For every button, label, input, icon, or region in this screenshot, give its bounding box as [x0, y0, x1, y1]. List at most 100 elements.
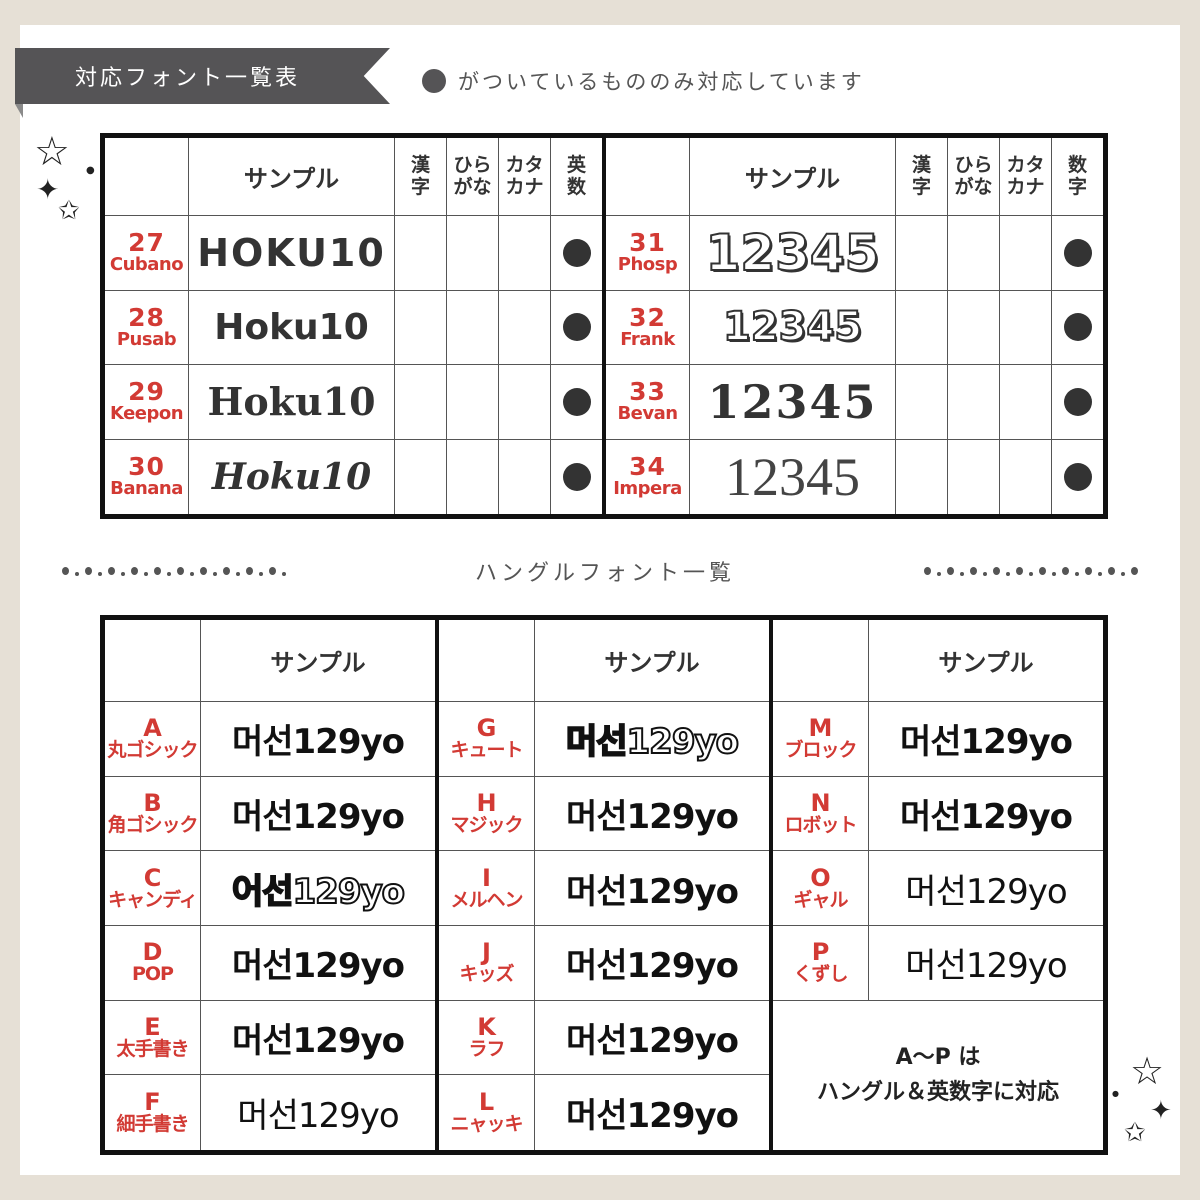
header-katakana: カタ カナ [499, 138, 551, 216]
legend-dot-icon [422, 69, 446, 93]
font-id-cell: 27 Cubano [105, 216, 189, 291]
hangul-sample-cell: 머선129yo [535, 1001, 769, 1076]
legend: がついているもののみ対応しています [422, 66, 865, 96]
support-cell-hiragana [447, 365, 499, 440]
font-letter: P [811, 938, 830, 967]
support-cell-katakana [1000, 216, 1052, 291]
font-name: 太手書き [116, 1038, 189, 1061]
support-cell-hiragana [447, 290, 499, 365]
support-cell-katakana [1000, 439, 1052, 514]
sparkle-icon: ✦ [36, 173, 60, 206]
font-name: Pusab [116, 328, 177, 350]
hangul-sample-cell: 머선129yo [535, 777, 769, 852]
support-cell-hiragana [447, 216, 499, 291]
hangul-sample-cell: 머선129yo [201, 1001, 435, 1076]
dot-mark [167, 572, 171, 576]
hangul-section-title: ハングルフォント一覧 [474, 561, 735, 586]
hangul-font-id-cell: K ラフ [439, 1000, 535, 1076]
font-name: POP [131, 963, 174, 986]
font-name: Banana [110, 478, 183, 500]
font-letter: N [810, 788, 831, 817]
header-sample: サンプル [189, 138, 395, 216]
hangul-font-id-cell: M ブロック [773, 702, 869, 777]
dotted-line-left [62, 566, 286, 576]
dot-mark [246, 567, 253, 575]
font-letter: G [476, 714, 497, 743]
supported-dot-icon [562, 387, 591, 416]
dot-mark [200, 567, 207, 575]
hangul-section-2: サンプル G キュート 머선129yo H マジック 머선129yo I メルヘン 머선129yo… [439, 620, 773, 1150]
dot-mark [236, 572, 240, 576]
font-letter: O [810, 863, 831, 892]
note-line-1: A～P は [895, 1045, 981, 1071]
header-numbers: 数字 [1052, 138, 1103, 216]
dot-mark [85, 567, 92, 575]
support-cell-alnum [1052, 291, 1103, 365]
header-hiragana-l1: ひら [453, 153, 492, 176]
dot-mark [282, 572, 286, 576]
header-alnum-l2: 数 [566, 175, 586, 198]
font-name: マジック [450, 814, 523, 837]
font-name: 丸ゴシック [107, 739, 198, 762]
dot-mark [75, 572, 79, 576]
dot-icon: ● [86, 165, 95, 176]
font-name: Keepon [109, 403, 184, 425]
star-small-icon: ✩ [1124, 1118, 1146, 1148]
dot-mark [969, 567, 977, 575]
dot-mark [936, 572, 941, 576]
dot-mark [1028, 572, 1033, 576]
support-cell-hiragana [948, 216, 1000, 291]
font-name: 角ゴシック [107, 814, 198, 837]
font-letter: B [143, 788, 162, 817]
header-kanji: 漢字 [896, 138, 948, 216]
header-kanji-l2: 字 [911, 175, 931, 198]
support-cell-katakana [499, 290, 551, 365]
hangul-sample: 머선129yo [905, 871, 1067, 912]
dot-mark [1038, 567, 1046, 575]
font-name: キッズ [459, 963, 514, 986]
support-cell-hiragana [948, 365, 1000, 440]
font-number: 29 [128, 377, 165, 407]
support-cell-kanji [896, 439, 948, 514]
support-cell-alnum [551, 216, 602, 291]
support-cell-kanji [395, 290, 447, 365]
header-alnum-l1: 英 [566, 153, 586, 176]
font-sample: Hoku10 [214, 306, 369, 348]
support-cell-kanji [896, 216, 948, 291]
hangul-sample-cell: 머선129yo [201, 702, 435, 777]
support-cell-kanji [896, 365, 948, 440]
support-cell-katakana [1000, 290, 1052, 365]
hangul-sample: 어선129yo [231, 871, 406, 913]
support-cell-katakana [499, 439, 551, 514]
hangul-sample: 머선129yo [237, 1096, 399, 1137]
hangul-section-divider: ハングルフォント一覧 [62, 556, 1138, 586]
font-number: 32 [629, 302, 666, 332]
support-cell-alnum [551, 365, 602, 440]
note-line-2: ハングル＆英数字に対応 [816, 1080, 1059, 1106]
hangul-font-id-cell: G キュート [439, 702, 535, 777]
font-id-cell: 32 Frank [606, 290, 690, 365]
support-cell-alnum [551, 291, 602, 365]
support-cell-hiragana [948, 290, 1000, 365]
header-katakana-l2: カナ [505, 175, 544, 198]
header-numbers-l2: 字 [1067, 175, 1087, 198]
hangul-font-id-cell: P くずし [773, 925, 869, 1001]
font-number: 34 [629, 452, 666, 482]
font-number: 27 [128, 228, 165, 258]
hangul-sample-cell: 머선129yo [869, 926, 1103, 1001]
sample-cell: Hoku10 [189, 365, 395, 440]
hangul-font-id-cell: E 太手書き [105, 1000, 201, 1076]
hangul-font-id-cell: C キャンディ [105, 851, 201, 926]
font-name: Cubano [109, 254, 184, 276]
legend-text: がついているもののみ対応しています [458, 70, 865, 94]
hangul-sample: 머선129yo [231, 722, 405, 763]
font-sample: 12345 [722, 303, 863, 351]
hangul-sample-cell: 머선129yo [201, 926, 435, 1001]
support-cell-alnum [551, 440, 602, 515]
header-sample: サンプル [201, 620, 435, 702]
star-outline-icon: ☆ [1130, 1049, 1165, 1093]
font-sample: 12345 [725, 446, 860, 507]
hangul-sample-cell: 머선129yo [201, 777, 435, 852]
sparkle-icon: ✦ [1150, 1096, 1172, 1126]
support-cell-hiragana [447, 439, 499, 514]
